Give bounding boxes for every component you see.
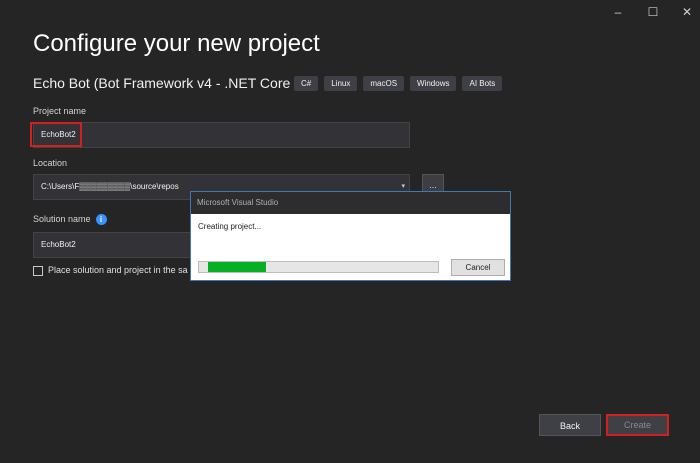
tag: AI Bots (462, 76, 503, 91)
progress-bar (198, 261, 439, 273)
solution-name-label: Solution name i (33, 214, 107, 226)
tag: C# (294, 76, 319, 91)
location-label: Location (33, 158, 68, 168)
cancel-button[interactable]: Cancel (451, 259, 505, 276)
create-button[interactable]: Create (606, 414, 669, 436)
location-value: C:\Users\F▒▒▒▒▒▒▒▒▒\source\repos (41, 182, 179, 191)
template-name: Echo Bot (Bot Framework v4 - .NET Core 3… (33, 75, 319, 91)
dialog-body: Creating project... Cancel (191, 214, 510, 280)
progress-dialog: Microsoft Visual Studio Creating project… (190, 191, 511, 281)
solution-name-value: EchoBot2 (41, 240, 76, 249)
info-icon[interactable]: i (95, 214, 107, 226)
tag: macOS (363, 76, 405, 91)
template-tags: C# Linux macOS Windows AI Bots (294, 76, 503, 91)
project-name-input[interactable]: EchoBot2 (33, 122, 410, 148)
back-button[interactable]: Back (539, 414, 601, 436)
same-directory-label: Place solution and project in the same d (48, 265, 188, 275)
progress-fill (199, 262, 266, 272)
dialog-title: Microsoft Visual Studio (191, 192, 510, 214)
minimize-button[interactable]: – (608, 5, 628, 19)
page-title: Configure your new project (33, 30, 320, 57)
dialog-message: Creating project... (198, 222, 262, 231)
solution-name-label-text: Solution name (33, 214, 91, 224)
same-directory-checkbox[interactable] (33, 266, 43, 276)
progress-gap (199, 262, 208, 272)
tag: Windows (410, 76, 457, 91)
close-button[interactable]: ✕ (677, 5, 697, 19)
tag: Linux (324, 76, 358, 91)
project-name-label: Project name (33, 106, 87, 116)
maximize-button[interactable]: ☐ (643, 5, 663, 19)
project-name-highlight (30, 122, 82, 147)
